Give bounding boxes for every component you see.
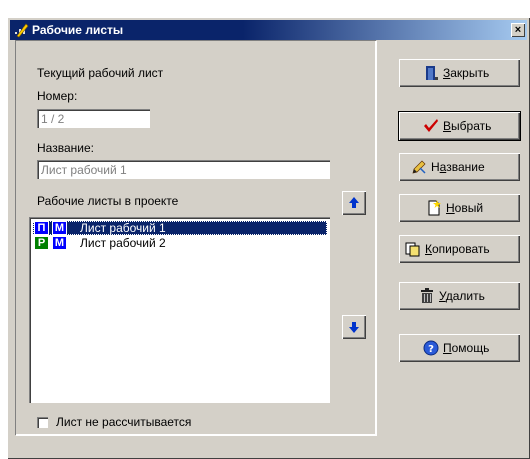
checkmark-icon: [424, 119, 438, 132]
door-icon: [426, 66, 438, 80]
list-item[interactable]: П М Лист рабочий 1: [33, 221, 327, 235]
copy-button[interactable]: Копировать: [399, 235, 520, 263]
help-icon: ?: [423, 340, 439, 356]
copy-icon: [405, 242, 420, 257]
copy-button-label: Копировать: [425, 242, 490, 256]
worksheet-app-icon: [15, 23, 29, 38]
number-label: Номер:: [37, 89, 78, 103]
number-value: 1 / 2: [41, 112, 65, 126]
arrow-up-icon: [349, 197, 359, 208]
select-button[interactable]: Выбрать: [399, 112, 520, 140]
project-sheets-label: Рабочие листы в проекте: [37, 194, 179, 208]
list-item[interactable]: Р М Лист рабочий 2: [33, 236, 327, 250]
current-sheet-label: Текущий рабочий лист: [37, 66, 164, 80]
type-badge: П: [34, 221, 49, 235]
trash-icon: [421, 288, 433, 303]
rename-button-label: Название: [431, 160, 485, 174]
mode-badge: М: [53, 237, 66, 249]
delete-button-label: Удалить: [439, 289, 485, 303]
delete-button[interactable]: Удалить: [399, 282, 520, 310]
number-field: 1 / 2: [37, 109, 150, 128]
new-sheet-button[interactable]: Новый: [399, 194, 520, 222]
sheet-name: Лист рабочий 2: [80, 236, 166, 250]
type-badge: Р: [35, 237, 48, 249]
new-page-icon: [428, 200, 441, 216]
close-button[interactable]: Закрыть: [399, 59, 520, 87]
close-button-label: Закрыть: [443, 66, 490, 80]
title-bar[interactable]: Рабочие листы ×: [10, 20, 527, 40]
name-field[interactable]: Лист рабочий 1: [37, 160, 330, 179]
help-button[interactable]: ? Помощь: [399, 334, 520, 362]
new-sheet-button-label: Новый: [446, 201, 484, 215]
mode-badge: М: [52, 221, 67, 235]
help-button-label: Помощь: [443, 341, 490, 355]
close-window-button[interactable]: ×: [511, 23, 525, 37]
not-calculated-checkbox[interactable]: [37, 417, 48, 428]
sheets-listbox[interactable]: П М Лист рабочий 1 Р М Лист рабочий 2: [29, 217, 330, 403]
not-calculated-label: Лист не рассчитывается: [56, 415, 192, 429]
select-button-label: Выбрать: [443, 119, 492, 133]
name-value: Лист рабочий 1: [41, 163, 127, 177]
rename-button[interactable]: Название: [399, 153, 520, 181]
move-up-button[interactable]: [342, 191, 366, 215]
move-down-button[interactable]: [342, 315, 366, 339]
window-title: Рабочие листы: [32, 23, 124, 37]
arrow-down-icon: [349, 322, 359, 333]
sheet-name: Лист рабочий 1: [80, 221, 166, 235]
pencil-icon: [412, 160, 426, 174]
svg-text:?: ?: [428, 344, 434, 355]
name-label: Название:: [37, 141, 94, 155]
